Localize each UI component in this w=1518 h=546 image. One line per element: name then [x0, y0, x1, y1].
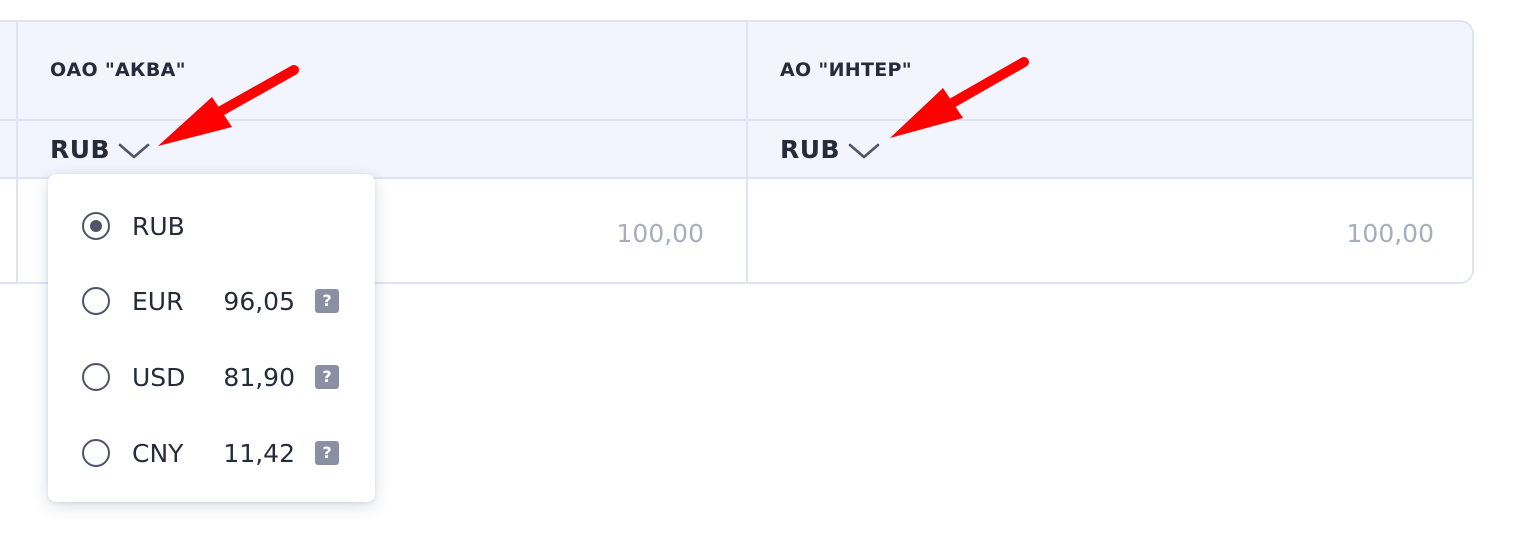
currency-option-usd[interactable]: USD 81,90 ? — [48, 357, 375, 397]
page: ОАО "АКВА" RUB 100,00 АО "ИНТЕР" RUB 100… — [0, 0, 1518, 546]
currency-select-inter[interactable]: RUB — [780, 135, 880, 164]
currency-code: RUB — [50, 135, 111, 164]
question-mark-icon[interactable]: ? — [315, 441, 339, 465]
chevron-down-icon — [848, 143, 880, 158]
company-name: ОАО "АКВА" — [50, 59, 186, 81]
option-code: CNY — [132, 438, 184, 468]
radio-checked-icon[interactable] — [82, 212, 110, 240]
company-name: АО "ИНТЕР" — [780, 59, 912, 81]
radio-icon[interactable] — [82, 287, 110, 315]
chevron-down-icon — [118, 143, 150, 158]
currency-code: RUB — [780, 135, 841, 164]
question-mark-icon[interactable]: ? — [315, 289, 339, 313]
option-code: EUR — [132, 286, 184, 316]
header-row: АО "ИНТЕР" — [748, 22, 1472, 121]
table-left-column — [0, 22, 16, 282]
option-rate: 81,90 — [223, 362, 295, 392]
currency-option-rub[interactable]: RUB — [48, 206, 375, 246]
amount-value: 100,00 — [1346, 219, 1434, 248]
radio-icon[interactable] — [82, 439, 110, 467]
option-rate: 11,42 — [223, 438, 295, 468]
amount-value: 100,00 — [616, 219, 704, 248]
currency-option-eur[interactable]: EUR 96,05 ? — [48, 281, 375, 321]
currency-option-cny[interactable]: CNY 11,42 ? — [48, 433, 375, 473]
option-code: USD — [132, 362, 186, 392]
header-row: ОАО "АКВА" — [18, 22, 746, 121]
currency-dropdown-menu: RUB EUR 96,05 ? USD 81,90 ? CNY 11,42 ? — [48, 174, 375, 502]
currency-select-akva[interactable]: RUB — [50, 135, 150, 164]
column-inter: АО "ИНТЕР" RUB 100,00 — [746, 22, 1472, 282]
radio-icon[interactable] — [82, 363, 110, 391]
question-mark-icon[interactable]: ? — [315, 365, 339, 389]
option-rate: 96,05 — [223, 286, 295, 316]
option-code: RUB — [132, 211, 185, 241]
